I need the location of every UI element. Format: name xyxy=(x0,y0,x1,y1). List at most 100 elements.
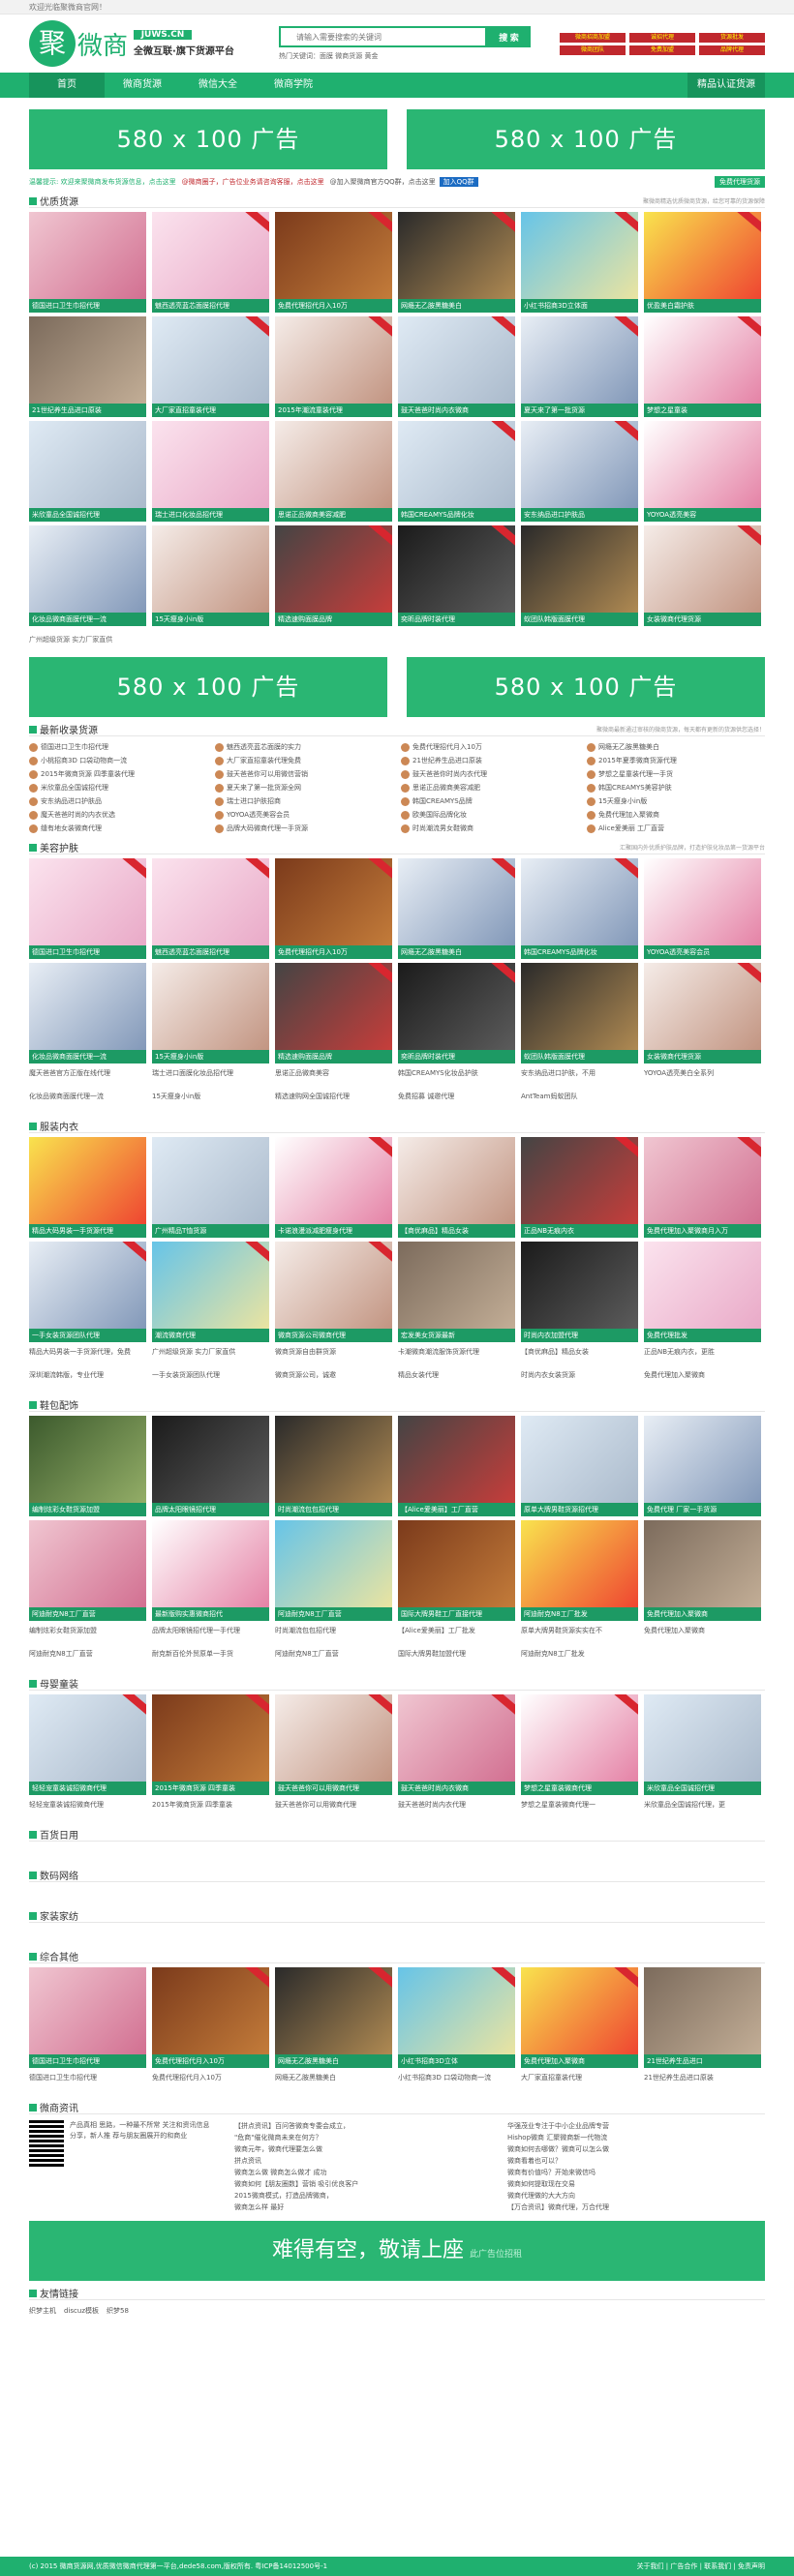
caption-text[interactable]: 时尚潮流包包招代理 xyxy=(275,1625,392,1648)
news-link[interactable]: 微商怎么样 最好 xyxy=(234,2202,492,2213)
list-item[interactable]: 瑞士进口护肤招商 xyxy=(215,794,393,808)
product-tile[interactable]: 蚁团队韩版面膜代理 xyxy=(521,963,638,1063)
caption-text[interactable]: 卡潮微商潮流服饰货源代理 xyxy=(398,1346,515,1369)
product-tile[interactable]: 21世纪养生品进口 xyxy=(644,1967,761,2068)
news-link[interactable]: 微商如何去哪做？微商可以怎么做 xyxy=(507,2143,765,2155)
caption-text[interactable]: 广州超级货源 实力厂家直供 xyxy=(152,1346,269,1369)
product-tile[interactable]: YOYOA透亮美容 xyxy=(644,421,761,522)
product-tile[interactable]: YOYOA透亮美容会员 xyxy=(644,858,761,959)
section-title[interactable]: 鞋包配饰 xyxy=(40,1397,78,1412)
section-title[interactable]: 优质货源 xyxy=(40,194,78,208)
notice-text[interactable]: @加入聚微商官方QQ群，点击这里 xyxy=(330,177,436,187)
product-tile[interactable]: 米欣童品全国诚招代理 xyxy=(644,1694,761,1795)
caption-text[interactable]: 米欣童品全国诚招代理，更 xyxy=(644,1799,761,1822)
list-item[interactable]: 小桃招商3D 口袋动物商一流 xyxy=(29,754,207,767)
product-tile[interactable]: 2015年潮流童装代理 xyxy=(275,316,392,417)
caption-text[interactable]: 精品大码男装一手货源代理，免费 xyxy=(29,1346,146,1369)
caption-text[interactable]: 深圳潮流韩版，专业代理 xyxy=(29,1369,146,1393)
section-title[interactable]: 数码网络 xyxy=(40,1868,78,1882)
product-tile[interactable]: 安东纳品进口护肤品 xyxy=(521,421,638,522)
list-item[interactable]: YOYOA透亮美容会员 xyxy=(215,808,393,822)
news-link[interactable]: 【拼点资讯】百问答微商专委会成立， xyxy=(234,2120,492,2132)
product-tile[interactable]: 宏发美女货源最新 xyxy=(398,1242,515,1342)
product-tile[interactable]: 米欣童品全国诚招代理 xyxy=(29,421,146,522)
caption-text[interactable]: 小红书招商3D 口袋动物商一流 xyxy=(398,2072,515,2095)
caption-text[interactable]: 15天瘦身小in版 xyxy=(152,1091,269,1114)
caption-text[interactable]: 阿迪耐克N8工厂直营 xyxy=(29,1648,146,1671)
footer-links[interactable]: 关于我们 | 广告合作 | 联系我们 | 免责声明 xyxy=(637,2557,765,2576)
product-tile[interactable]: 免费代理 厂家一手货源 xyxy=(644,1416,761,1516)
product-tile[interactable]: 鼓天爸爸你可以用微商代理 xyxy=(275,1694,392,1795)
search-button[interactable]: 搜 索 xyxy=(487,26,531,47)
product-tile[interactable]: 女装微商代理货源 xyxy=(644,525,761,626)
caption-text[interactable]: AntTeam蚂蚁团队 xyxy=(521,1091,638,1114)
product-tile[interactable]: 品牌太阳眼镜招代理 xyxy=(152,1416,269,1516)
product-tile[interactable]: 夏天来了第一批货源 xyxy=(521,316,638,417)
product-tile[interactable]: 阿迪耐克N8工厂直营 xyxy=(29,1520,146,1621)
ad-banner[interactable]: 580 x 100 广告 xyxy=(29,657,387,717)
product-tile[interactable]: 【Alice爱美丽】工厂直营 xyxy=(398,1416,515,1516)
product-tile[interactable]: 网瘾无乙胺黑糖美白 xyxy=(398,858,515,959)
product-tile[interactable]: 鼓天爸爸时尚内衣微商 xyxy=(398,316,515,417)
list-item[interactable]: 米欣童品全国诚招代理 xyxy=(29,781,207,794)
product-tile[interactable]: 广州精品T恤货源 xyxy=(152,1137,269,1238)
caption-text[interactable]: 微商货源公司，诚邀 xyxy=(275,1369,392,1393)
list-item[interactable]: Alice爱美丽 工厂直营 xyxy=(587,822,765,835)
product-tile[interactable]: 德国进口卫生巾招代理 xyxy=(29,212,146,313)
caption-text[interactable]: 阿迪耐克N8工厂批发 xyxy=(521,1648,638,1671)
product-tile[interactable]: 免费代理批发 xyxy=(644,1242,761,1342)
news-link[interactable]: Hishop微商 汇聚微商新一代物流 xyxy=(507,2132,765,2143)
section-footer-text[interactable]: 广州超级货源 实力厂家直供 xyxy=(29,634,765,645)
product-tile[interactable]: 奕昕品牌时装代理 xyxy=(398,525,515,626)
product-tile[interactable]: 阿迪耐克N8工厂批发 xyxy=(521,1520,638,1621)
caption-text[interactable] xyxy=(644,1091,761,1114)
caption-text[interactable]: 21世纪养生品进口原装 xyxy=(644,2072,761,2095)
caption-text[interactable]: 免费代理加入聚微商 xyxy=(644,1369,761,1393)
caption-text[interactable]: 品牌太阳眼镜招代理一手代理 xyxy=(152,1625,269,1648)
caption-text[interactable]: 轻轻宠童装诚招微商代理 xyxy=(29,1799,146,1822)
promo-tag[interactable]: 品牌代理 xyxy=(699,45,765,55)
list-item[interactable]: 魅西透亮蓝芯面膜的实力 xyxy=(215,740,393,754)
product-tile[interactable]: 大厂家直招童装代理 xyxy=(152,316,269,417)
product-tile[interactable]: 免费代理加入聚微商 xyxy=(644,1520,761,1621)
news-link[interactable]: 华强茂业专注于中小企业品牌专营 xyxy=(507,2120,765,2132)
caption-text[interactable]: 安东纳品进口护肤，不用 xyxy=(521,1067,638,1091)
caption-text[interactable]: 微商货源自由群货源 xyxy=(275,1346,392,1369)
product-tile[interactable]: 编制炫彩女鞋货源加盟 xyxy=(29,1416,146,1516)
section-title[interactable]: 美容护肤 xyxy=(40,840,78,854)
list-item[interactable]: 21世纪养生品进口原装 xyxy=(401,754,579,767)
list-item[interactable]: 鼓天爸爸你时尚内衣代理 xyxy=(401,767,579,781)
promo-tag[interactable]: 微商招商加盟 xyxy=(560,32,626,43)
list-item[interactable]: 大厂家直招童装代理免费 xyxy=(215,754,393,767)
product-tile[interactable]: 梦想之星童装微商代理 xyxy=(521,1694,638,1795)
nav-home[interactable]: 首页 xyxy=(29,73,105,98)
product-tile[interactable]: 精品大码男装一手货源代理 xyxy=(29,1137,146,1238)
list-item[interactable]: 缝有地女装微商代理 xyxy=(29,822,207,835)
product-tile[interactable]: 网瘾无乙胺黑糖美白 xyxy=(398,212,515,313)
friend-link[interactable]: 织梦主机 xyxy=(29,2306,56,2316)
list-item[interactable]: 梦想之星童装代理一手货 xyxy=(587,767,765,781)
section-title[interactable]: 微商资讯 xyxy=(40,2100,78,2114)
caption-text[interactable]: 编制炫彩女鞋货源加盟 xyxy=(29,1625,146,1648)
caption-text[interactable] xyxy=(644,1648,761,1671)
product-tile[interactable]: 一手女装货源团队代理 xyxy=(29,1242,146,1342)
caption-text[interactable]: 免费代理招代月入10万 xyxy=(152,2072,269,2095)
product-tile[interactable]: 免费代理加入聚微商月入万 xyxy=(644,1137,761,1238)
product-tile[interactable]: 小红书招商3D立体 xyxy=(398,1967,515,2068)
caption-text[interactable]: 【商优麻品】精品女装 xyxy=(521,1346,638,1369)
ad-banner[interactable]: 580 x 100 广告 xyxy=(407,657,765,717)
product-tile[interactable]: 15天瘦身小in版 xyxy=(152,525,269,626)
product-tile[interactable]: 潮流微商代理 xyxy=(152,1242,269,1342)
news-link[interactable]: 微商怎么做 微商怎么做才 成功 xyxy=(234,2167,492,2178)
search-input[interactable] xyxy=(279,26,487,47)
nav-goods[interactable]: 微商货源 xyxy=(105,73,180,98)
list-item[interactable]: 夏天来了第一批货源全网 xyxy=(215,781,393,794)
product-tile[interactable]: 15天瘦身小in版 xyxy=(152,963,269,1063)
nav-certified[interactable]: 精品认证货源 xyxy=(687,73,765,98)
product-tile[interactable]: 免费代理加入聚微商 xyxy=(521,1967,638,2068)
product-tile[interactable]: 奕昕品牌时装代理 xyxy=(398,963,515,1063)
free-agent-button[interactable]: 免费代理货源 xyxy=(715,176,765,188)
news-link[interactable]: 【万合资讯】微商代理，万合代理 xyxy=(507,2202,765,2213)
caption-text[interactable]: 德国进口卫生巾招代理 xyxy=(29,2072,146,2095)
product-tile[interactable]: 21世纪养生品进口原装 xyxy=(29,316,146,417)
